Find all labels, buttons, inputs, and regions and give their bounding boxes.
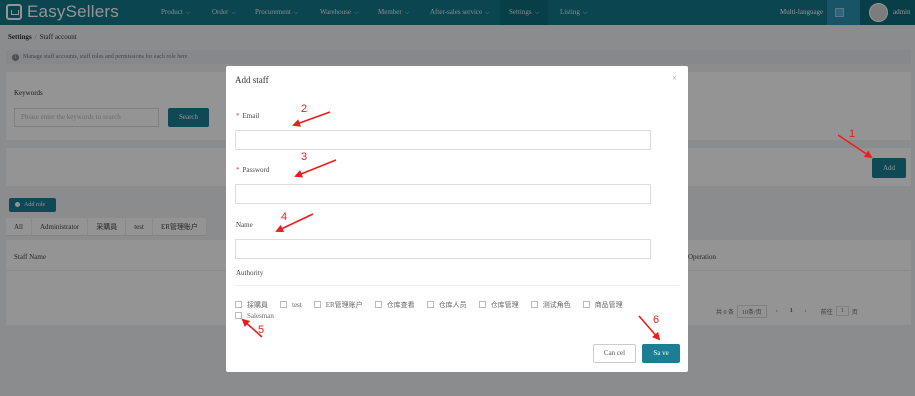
checkbox-box — [530, 301, 538, 308]
role-checkbox-label: 仓库人员 — [438, 300, 467, 309]
required-mark: * — [236, 112, 240, 120]
role-checkbox-label: Salesman — [247, 311, 274, 320]
role-checkbox[interactable]: test — [280, 300, 302, 309]
authority-label: Authority — [236, 269, 264, 277]
role-checkbox-label: ER管理账户 — [325, 300, 363, 309]
checkbox-box — [374, 301, 382, 308]
role-checkbox-label: 採購員 — [247, 300, 268, 309]
annotation-number-3: 3 — [301, 151, 308, 163]
annotation-number-6: 6 — [653, 314, 660, 326]
role-checkbox[interactable]: 测试角色 — [530, 300, 571, 309]
annotation-number-4: 4 — [281, 211, 288, 223]
checkbox-box — [582, 301, 590, 308]
email-field[interactable] — [235, 130, 651, 150]
role-checkbox-label: 仓库查看 — [386, 300, 415, 309]
annotation-number-1: 1 — [849, 128, 856, 140]
role-checkbox[interactable]: 採購員 — [235, 300, 268, 309]
cancel-button[interactable]: Can cel — [593, 344, 636, 363]
close-icon[interactable]: × — [672, 73, 677, 83]
checkbox-box — [280, 301, 287, 308]
role-checkbox[interactable]: 商品管理 — [582, 300, 623, 309]
checkbox-box — [313, 301, 321, 308]
authority-divider — [235, 285, 679, 286]
annotation-number-5: 5 — [258, 324, 265, 336]
role-checkbox[interactable]: 仓库管理 — [478, 300, 519, 309]
checkbox-box — [426, 301, 434, 308]
annotation-number-2: 2 — [301, 103, 308, 115]
checkbox-box — [478, 301, 486, 308]
role-checkbox-label: 测试角色 — [542, 300, 571, 309]
email-label: * Email — [236, 112, 259, 120]
role-checkbox[interactable]: ER管理账户 — [313, 300, 363, 309]
password-label-text: Password — [242, 166, 270, 174]
role-checkbox-label: 商品管理 — [594, 300, 623, 309]
checkbox-box — [235, 301, 242, 308]
role-checkbox-label: test — [292, 300, 302, 309]
role-checkbox-label: 仓库管理 — [490, 300, 519, 309]
required-mark: * — [236, 166, 240, 174]
save-button[interactable]: Sa ve — [642, 344, 680, 363]
role-checkbox[interactable]: 仓库查看 — [374, 300, 415, 309]
authority-checkbox-group: 採購員 test ER管理账户 仓库查看 仓库人员 仓库管理 测试角色 商品管理… — [235, 300, 675, 320]
dialog-title: Add staff — [235, 75, 269, 85]
add-staff-dialog: Add staff × * Email * Password Name Author… — [226, 66, 688, 372]
password-field[interactable] — [235, 184, 651, 204]
name-label: Name — [236, 221, 253, 229]
checkbox-box — [235, 312, 242, 319]
password-label: * Password — [236, 166, 269, 174]
role-checkbox[interactable]: 仓库人员 — [426, 300, 467, 309]
name-field[interactable] — [235, 239, 651, 259]
email-label-text: Email — [242, 112, 260, 120]
role-checkbox[interactable]: Salesman — [235, 311, 663, 320]
